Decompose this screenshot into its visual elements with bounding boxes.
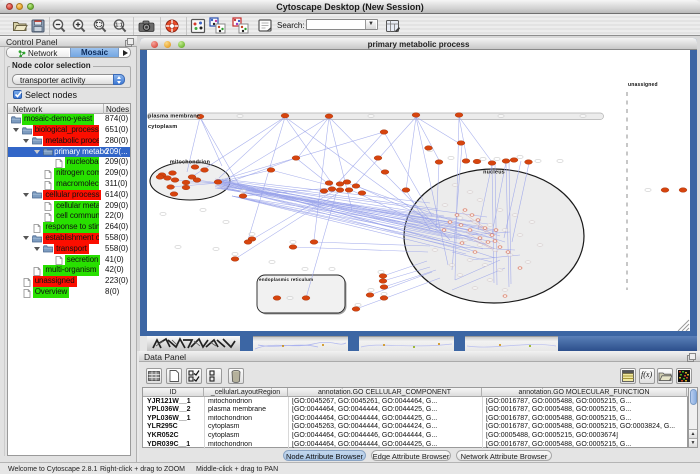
svg-text:mitochondrion: mitochondrion <box>170 160 210 166</box>
svg-text:nucleus: nucleus <box>483 170 505 176</box>
svg-text:cytoplasm: cytoplasm <box>148 124 177 130</box>
svg-text:endoplasmic reticulum: endoplasmic reticulum <box>259 277 313 282</box>
svg-text:1:1: 1:1 <box>115 23 122 29</box>
svg-text:unassigned: unassigned <box>628 82 658 88</box>
svg-text:plasma membrane: plasma membrane <box>148 113 200 119</box>
